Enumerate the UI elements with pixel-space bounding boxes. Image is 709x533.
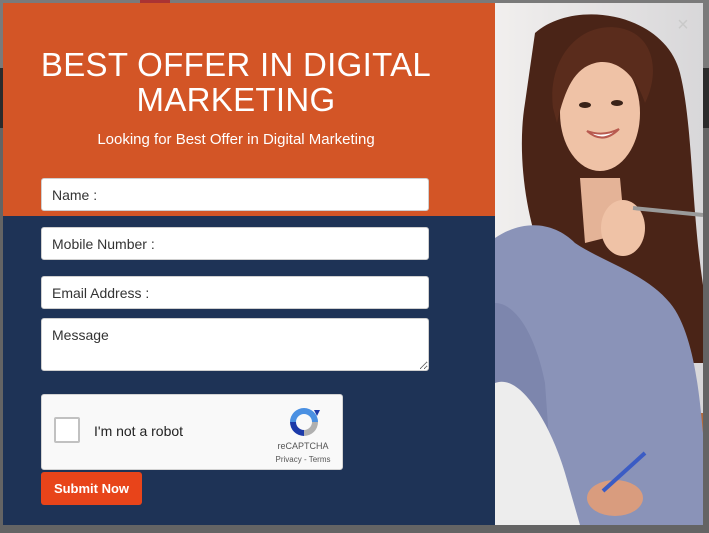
- recaptcha-widget: I'm not a robot reCAPTCHA Privacy - Term…: [41, 394, 343, 470]
- businesswoman-image: [495, 3, 703, 525]
- email-address-field[interactable]: [41, 276, 429, 309]
- recaptcha-terms-link[interactable]: Terms: [309, 455, 331, 464]
- recaptcha-links: Privacy - Terms: [268, 455, 338, 464]
- popup-headline-line-2: MARKETING: [136, 81, 336, 118]
- recaptcha-logo-icon: [290, 408, 320, 436]
- recaptcha-link-separator: -: [301, 455, 309, 464]
- popup-form-panel: BEST OFFER IN DIGITAL MARKETING Looking …: [3, 3, 495, 525]
- name-field[interactable]: [41, 178, 429, 211]
- popup-subheadline: Looking for Best Offer in Digital Market…: [97, 131, 375, 148]
- recaptcha-privacy-link[interactable]: Privacy: [276, 455, 302, 464]
- submit-button[interactable]: Submit Now: [41, 472, 142, 505]
- popup-headline-line-1: BEST OFFER IN DIGITAL: [40, 46, 432, 83]
- close-icon[interactable]: ×: [673, 15, 693, 35]
- popup-headline: BEST OFFER IN DIGITAL MARKETING: [3, 47, 469, 117]
- recaptcha-brand: reCAPTCHA: [277, 441, 329, 451]
- businesswoman-photo: ×: [495, 3, 703, 525]
- recaptcha-label: I'm not a robot: [94, 423, 184, 439]
- message-field[interactable]: [41, 318, 429, 371]
- offer-popup: BEST OFFER IN DIGITAL MARKETING Looking …: [3, 3, 703, 525]
- mobile-number-field[interactable]: [41, 227, 429, 260]
- recaptcha-checkbox[interactable]: [54, 417, 80, 443]
